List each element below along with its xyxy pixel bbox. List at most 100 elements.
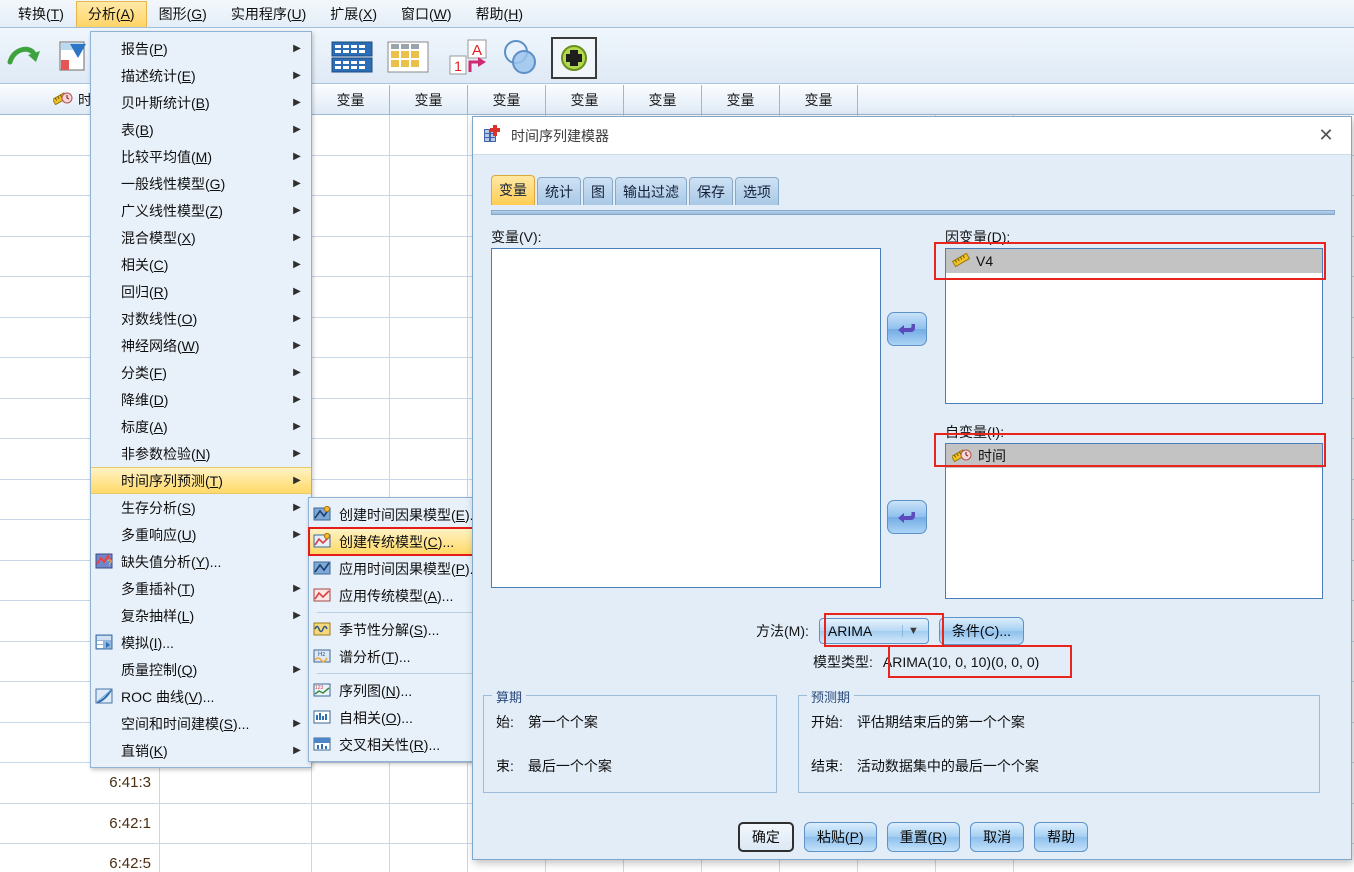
cell-empty[interactable] (390, 439, 468, 479)
dialog-button-0[interactable]: 确定 (737, 822, 794, 852)
method-select[interactable]: ARIMA ▼ (818, 618, 929, 644)
cell-empty[interactable] (390, 763, 468, 803)
goto-variable-icon[interactable] (56, 40, 90, 75)
menubar-item-6[interactable]: 帮助(H) (464, 1, 535, 27)
analyze-menu-item-12[interactable]: 分类(F) ▶ (91, 359, 311, 386)
analyze-menu-item-24[interactable]: ROC 曲线(V)... (91, 683, 311, 710)
value-labels-icon[interactable]: A 1 (448, 38, 490, 79)
menubar-item-4[interactable]: 扩展(X) (318, 1, 389, 27)
cell-empty[interactable] (390, 844, 468, 872)
chevron-down-icon[interactable]: ▼ (901, 625, 924, 637)
analyze-menu-item-23[interactable]: 质量控制(Q) ▶ (91, 656, 311, 683)
cell-empty[interactable] (390, 358, 468, 398)
analyze-menu-item-7[interactable]: 混合模型(X) ▶ (91, 224, 311, 251)
cell-empty[interactable] (312, 763, 390, 803)
list-item[interactable]: 时间 (946, 444, 1322, 468)
tab-4[interactable]: 保存 (689, 177, 733, 205)
variables-listbox[interactable] (491, 248, 881, 588)
menubar-item-3[interactable]: 实用程序(U) (219, 1, 318, 27)
cell-value[interactable] (160, 763, 312, 803)
cell-empty[interactable] (312, 155, 390, 195)
cell-empty[interactable] (312, 358, 390, 398)
cell-empty[interactable] (390, 398, 468, 438)
analyze-menu-item-17[interactable]: 生存分析(S) ▶ (91, 494, 311, 521)
column-header-2[interactable]: 变量 (312, 85, 390, 114)
cell-empty[interactable] (312, 844, 390, 872)
analyze-menu-item-15[interactable]: 非参数检验(N) ▶ (91, 440, 311, 467)
cell-time[interactable]: 6:42:1 (0, 803, 160, 843)
cell-value[interactable] (160, 803, 312, 843)
tab-0[interactable]: 变量 (491, 175, 535, 205)
analyze-menu-item-18[interactable]: 多重响应(U) ▶ (91, 521, 311, 548)
tab-2[interactable]: 图 (583, 177, 613, 205)
analyze-menu-item-22[interactable]: 模拟(I)... (91, 629, 311, 656)
analyze-menu-item-11[interactable]: 神经网络(W) ▶ (91, 332, 311, 359)
analyze-menu-item-13[interactable]: 降维(D) ▶ (91, 386, 311, 413)
menubar-item-2[interactable]: 图形(G) (147, 1, 219, 27)
analyze-menu-item-21[interactable]: 复杂抽样(L) ▶ (91, 602, 311, 629)
analyze-menu-item-19[interactable]: ? 缺失值分析(Y)... (91, 548, 311, 575)
column-header-5[interactable]: 变量 (546, 85, 624, 114)
cell-empty[interactable] (390, 803, 468, 843)
analyze-menu-item-9[interactable]: 回归(R) ▶ (91, 278, 311, 305)
analyze-menu-item-0[interactable]: 报告(P) ▶ (91, 35, 311, 62)
analyze-menu-item-10[interactable]: 对数线性(O) ▶ (91, 305, 311, 332)
analyze-menu-item-2[interactable]: 贝叶斯统计(B) ▶ (91, 89, 311, 116)
menubar-item-1[interactable]: 分析(A) (75, 0, 147, 27)
list-item[interactable]: V4 (946, 249, 1322, 273)
tab-3[interactable]: 输出过滤 (615, 177, 687, 205)
column-header-4[interactable]: 变量 (468, 85, 546, 114)
tab-1[interactable]: 统计 (537, 177, 581, 205)
cell-empty[interactable] (390, 115, 468, 155)
cell-empty[interactable] (390, 236, 468, 276)
dialog-button-3[interactable]: 取消 (970, 822, 1025, 852)
column-header-6[interactable]: 变量 (624, 85, 702, 114)
cell-empty[interactable] (312, 115, 390, 155)
time-series-modeler-dialog[interactable]: 时间序列建模器 ✕ 变量 统计图输出过滤 保存 选项 变量(V): 因变量(D): (472, 116, 1352, 860)
cell-time[interactable]: 6:41:3 (0, 763, 160, 803)
analyze-dropdown-menu[interactable]: 报告(P) ▶ 描述统计(E) ▶ 贝叶斯统计(B) ▶ 表(B) ▶ 比较平均值(M) ▶ 一般线… (90, 31, 312, 768)
split-file-icon[interactable] (330, 40, 374, 77)
cell-empty[interactable] (390, 196, 468, 236)
add-case-icon[interactable] (550, 36, 598, 83)
cell-value[interactable] (160, 844, 312, 872)
analyze-menu-item-8[interactable]: 相关(C) ▶ (91, 251, 311, 278)
criteria-button[interactable]: 条件(C)... (938, 617, 1024, 645)
cell-empty[interactable] (312, 439, 390, 479)
venn-select-icon[interactable] (500, 38, 544, 79)
column-header-3[interactable]: 变量 (390, 85, 468, 114)
cell-time[interactable]: 6:42:5 (0, 844, 160, 872)
move-to-independent-button[interactable] (887, 500, 927, 534)
weight-cases-icon[interactable] (386, 40, 430, 77)
move-to-dependent-button[interactable] (887, 312, 927, 346)
dialog-tabs[interactable]: 变量 统计图输出过滤 保存 选项 (491, 175, 779, 205)
analyze-menu-item-5[interactable]: 一般线性模型(G) ▶ (91, 170, 311, 197)
analyze-menu-item-16[interactable]: 时间序列预测(T) ▶ (91, 467, 311, 494)
cell-empty[interactable] (312, 277, 390, 317)
dialog-button-4[interactable]: 帮助 (1034, 822, 1089, 852)
column-header-8[interactable]: 变量 (780, 85, 858, 114)
analyze-menu-item-1[interactable]: 描述统计(E) ▶ (91, 62, 311, 89)
tab-5[interactable]: 选项 (735, 177, 779, 205)
analyze-menu-item-26[interactable]: 直销(K) ▶ (91, 737, 311, 764)
analyze-menu-item-3[interactable]: 表(B) ▶ (91, 116, 311, 143)
cell-empty[interactable] (312, 236, 390, 276)
analyze-menu-item-25[interactable]: 空间和时间建模(S)... ▶ (91, 710, 311, 737)
menubar-item-5[interactable]: 窗口(W) (389, 1, 464, 27)
cell-empty[interactable] (312, 803, 390, 843)
dialog-button-2[interactable]: 重置(R) (886, 822, 961, 852)
cell-empty[interactable] (312, 196, 390, 236)
column-header-7[interactable]: 变量 (702, 85, 780, 114)
dependent-listbox[interactable]: V4 (945, 248, 1323, 404)
cell-empty[interactable] (390, 317, 468, 357)
analyze-menu-item-14[interactable]: 标度(A) ▶ (91, 413, 311, 440)
analyze-menu-item-20[interactable]: 多重插补(T) ▶ (91, 575, 311, 602)
analyze-menu-item-4[interactable]: 比较平均值(M) ▶ (91, 143, 311, 170)
cell-empty[interactable] (390, 277, 468, 317)
redo-arrow-icon[interactable] (4, 42, 44, 73)
menubar-item-0[interactable]: 转换(T) (6, 1, 76, 27)
close-icon[interactable]: ✕ (1311, 123, 1341, 149)
dialog-button-1[interactable]: 粘贴(P) (803, 822, 877, 852)
independent-listbox[interactable]: 时间 (945, 443, 1323, 599)
analyze-menu-item-6[interactable]: 广义线性模型(Z) ▶ (91, 197, 311, 224)
